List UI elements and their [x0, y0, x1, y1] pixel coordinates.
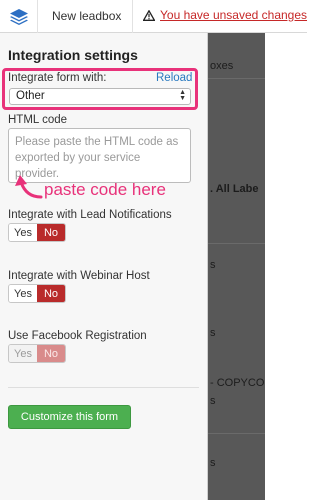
topbar-divider — [132, 0, 133, 33]
toggle-no[interactable]: No — [37, 345, 65, 362]
toggle-yes[interactable]: Yes — [9, 285, 37, 302]
select-arrows-icon: ▲ ▼ — [179, 89, 186, 102]
toggle-no[interactable]: No — [37, 285, 65, 302]
toggle-yes[interactable]: Yes — [9, 224, 37, 241]
lead-notifications-toggle: Yes No — [8, 223, 66, 242]
bg-divider — [208, 78, 265, 79]
webinar-host-toggle: Yes No — [8, 284, 66, 303]
integration-provider-select[interactable]: Other ▲ ▼ — [9, 88, 191, 105]
bg-fragment: - COPYCO — [210, 377, 265, 389]
webinar-host-label: Integrate with Webinar Host — [8, 270, 150, 282]
annotation-arrow-icon — [15, 175, 43, 199]
bg-fragment: s — [210, 259, 216, 271]
panel-title: Integration settings — [8, 47, 138, 63]
bg-fragment: s — [210, 327, 216, 339]
warning-triangle-icon — [143, 9, 155, 21]
facebook-registration-label: Use Facebook Registration — [8, 330, 147, 342]
bg-fragment: . All Labe — [210, 183, 259, 195]
bg-fragment: oxes — [210, 60, 234, 72]
select-value: Other — [16, 90, 45, 102]
bg-fragment: s — [210, 457, 216, 469]
top-bar: New leadbox You have unsaved changes — [0, 0, 307, 33]
bg-divider — [208, 243, 265, 244]
lead-notifications-label: Integrate with Lead Notifications — [8, 209, 172, 221]
customize-form-button[interactable]: Customize this form — [8, 405, 131, 429]
preview-canvas — [265, 33, 307, 500]
app-logo[interactable] — [0, 0, 38, 33]
integration-settings-panel: Integration settings Integrate form with… — [0, 33, 208, 500]
unsaved-warning: You have unsaved changes — [143, 8, 307, 22]
bg-fragment: s — [210, 395, 216, 407]
integrate-form-label: Integrate form with: — [8, 72, 107, 84]
reload-link[interactable]: Reload — [156, 72, 192, 84]
annotation-text: paste code here — [44, 180, 166, 199]
layers-stack-icon — [9, 8, 28, 25]
panel-divider — [8, 387, 199, 388]
facebook-registration-toggle: Yes No — [8, 344, 66, 363]
unsaved-changes-link[interactable]: You have unsaved changes — [160, 8, 307, 22]
toggle-yes[interactable]: Yes — [9, 345, 37, 362]
html-code-label: HTML code — [8, 114, 68, 126]
bg-divider — [208, 433, 265, 434]
toggle-no[interactable]: No — [37, 224, 65, 241]
editor-preview-dimmed: oxes . All Labe s s - COPYCO s s — [208, 33, 307, 500]
document-title[interactable]: New leadbox — [52, 9, 121, 23]
